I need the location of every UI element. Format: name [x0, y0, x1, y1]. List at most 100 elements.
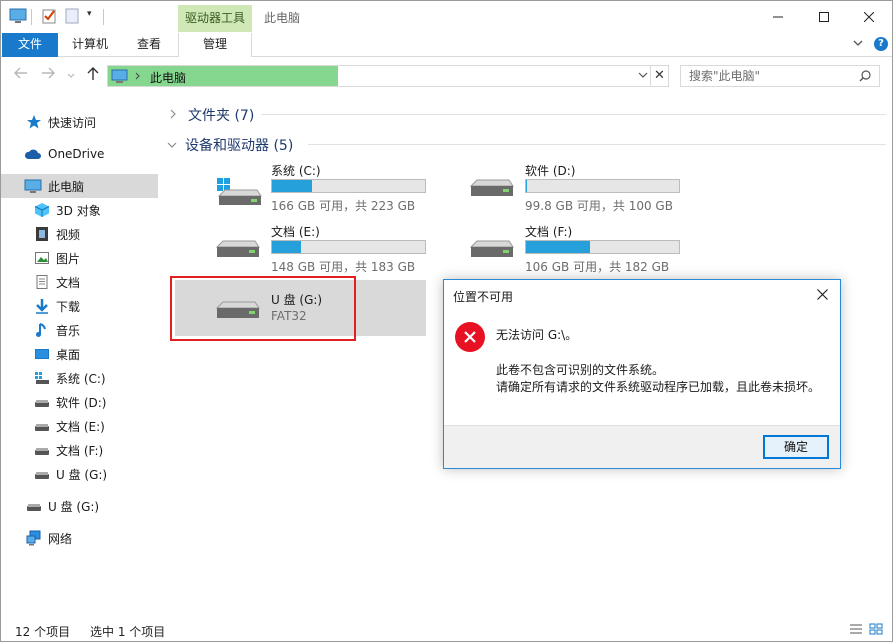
new-folder-icon[interactable]: [65, 8, 79, 24]
expand-ribbon-chevron-icon[interactable]: [853, 37, 863, 50]
system-drive-icon: [217, 178, 262, 205]
breadcrumb-this-pc[interactable]: 此电脑: [150, 69, 186, 86]
dialog-message: 无法访问 G:\。: [496, 328, 578, 342]
location-unavailable-dialog: 位置不可用 无法访问 G:\。 此卷不包含可识别的文件系统。 请确定所有请求的文…: [443, 279, 841, 469]
drive-usage-bar: [525, 179, 680, 193]
sidebar-item-label: 桌面: [56, 347, 81, 362]
sidebar-item-label: OneDrive: [48, 147, 105, 161]
dialog-title: 位置不可用: [453, 290, 514, 304]
sidebar-item-label: U 盘 (G:): [48, 499, 100, 514]
help-button[interactable]: ?: [874, 37, 888, 51]
sidebar-item-videos[interactable]: 视频: [1, 222, 158, 246]
sidebar-item-label: 文档: [56, 275, 81, 290]
minimize-button[interactable]: [755, 1, 801, 32]
group-divider: [261, 114, 886, 115]
drive-usage-fill: [526, 241, 591, 253]
sidebar-item-downloads[interactable]: 下载: [1, 294, 158, 318]
tab-computer[interactable]: 计算机: [61, 33, 119, 57]
video-icon: [36, 227, 48, 241]
group-header-label: 文件夹 (7): [188, 108, 255, 124]
close-window-button[interactable]: [846, 1, 892, 32]
sidebar-item-drive-f[interactable]: 文档 (F:): [1, 438, 158, 462]
sidebar-item-music[interactable]: 音乐: [1, 318, 158, 342]
navigation-pane: 快速访问 OneDrive 此电脑 3D 对象 视频 图片 文档 下载 音乐 桌…: [1, 92, 161, 617]
details-view-icon[interactable]: [849, 623, 863, 635]
chevron-down-icon: [167, 139, 177, 152]
group-header-folders[interactable]: 文件夹 (7): [170, 105, 254, 125]
drive-d[interactable]: 软件 (D:) 99.8 GB 可用，共 100 GB: [429, 160, 685, 216]
address-dropdown-icon[interactable]: [638, 68, 648, 85]
drive-e[interactable]: 文档 (E:) 148 GB 可用，共 183 GB: [175, 221, 431, 277]
drive-tools-context-tab[interactable]: 驱动器工具: [178, 5, 252, 32]
sidebar-item-label: 系统 (C:): [56, 371, 106, 386]
drive-usage-bar: [271, 179, 426, 193]
customize-toolbar-icon[interactable]: ▾: [87, 9, 92, 19]
close-icon: [864, 11, 874, 22]
sidebar-item-pictures[interactable]: 图片: [1, 246, 158, 270]
sidebar-item-label: 3D 对象: [56, 203, 101, 218]
picture-icon: [35, 252, 49, 264]
tab-view[interactable]: 查看: [123, 33, 175, 57]
ok-button[interactable]: 确定: [763, 435, 829, 459]
drive-usage-fill: [272, 180, 312, 192]
address-progress-fill: [108, 66, 338, 86]
tab-file[interactable]: 文件: [2, 33, 58, 57]
sidebar-item-label: 图片: [56, 251, 81, 266]
window-title: 此电脑: [264, 11, 301, 25]
back-arrow-icon[interactable]: [14, 67, 28, 83]
dialog-detail: 请确定所有请求的文件系统驱动程序已加载，且此卷未损坏。: [496, 380, 821, 394]
computer-icon: [24, 179, 42, 193]
sidebar-item-drive-c[interactable]: 系统 (C:): [1, 366, 158, 390]
close-icon: [816, 289, 828, 300]
recent-locations-chevron-icon[interactable]: [67, 68, 75, 84]
sidebar-item-this-pc[interactable]: 此电脑: [1, 174, 158, 198]
desktop-icon: [35, 349, 49, 359]
maximize-button[interactable]: [801, 1, 847, 32]
drive-icon: [35, 400, 49, 407]
breadcrumb-chevron-icon[interactable]: [135, 72, 141, 80]
sidebar-item-drive-g[interactable]: U 盘 (G:): [1, 462, 158, 486]
tab-manage[interactable]: 管理: [178, 33, 252, 57]
minimize-icon: [773, 16, 783, 17]
drive-c[interactable]: 系统 (C:) 166 GB 可用，共 223 GB: [175, 160, 431, 216]
up-arrow-icon[interactable]: [87, 67, 99, 85]
sidebar-item-drive-e[interactable]: 文档 (E:): [1, 414, 158, 438]
sidebar-item-label: 音乐: [56, 323, 81, 338]
ribbon-tabs: 文件 计算机 查看 管理 ?: [1, 33, 892, 57]
sidebar-item-quick-access[interactable]: 快速访问: [1, 110, 158, 134]
computer-icon[interactable]: [9, 8, 27, 24]
forward-arrow-icon[interactable]: [41, 67, 55, 83]
star-icon: [27, 115, 41, 129]
sidebar-item-label: 快速访问: [48, 115, 97, 130]
usb-drive-icon: [27, 504, 41, 511]
drive-space-info: 148 GB 可用，共 183 GB: [271, 260, 416, 274]
system-drive-icon: [35, 372, 49, 384]
sidebar-item-network[interactable]: 网络: [1, 526, 158, 550]
sidebar-item-label: 文档 (F:): [56, 443, 104, 458]
highlight-annotation: [170, 276, 356, 341]
selected-count: 选中 1 个项目: [90, 625, 166, 639]
address-clear-button[interactable]: ✕: [651, 65, 669, 87]
sidebar-item-usb-g[interactable]: U 盘 (G:): [1, 494, 158, 518]
properties-icon[interactable]: [41, 8, 57, 24]
drive-name: 文档 (F:): [525, 225, 573, 239]
search-input[interactable]: 搜索"此电脑": [680, 65, 880, 87]
dialog-close-button[interactable]: [808, 282, 836, 308]
address-bar[interactable]: 此电脑: [107, 65, 651, 87]
large-icons-view-icon[interactable]: [869, 623, 883, 635]
sidebar-item-onedrive[interactable]: OneDrive: [1, 142, 158, 166]
document-icon: [36, 275, 48, 289]
sidebar-item-documents[interactable]: 文档: [1, 270, 158, 294]
drive-name: 软件 (D:): [525, 164, 576, 178]
drive-space-info: 99.8 GB 可用，共 100 GB: [525, 199, 673, 213]
sidebar-item-label: 文档 (E:): [56, 419, 105, 434]
sidebar-item-3d-objects[interactable]: 3D 对象: [1, 198, 158, 222]
sidebar-item-desktop[interactable]: 桌面: [1, 342, 158, 366]
navigation-bar: 此电脑 ✕ 搜索"此电脑": [1, 58, 892, 92]
sidebar-item-drive-d[interactable]: 软件 (D:): [1, 390, 158, 414]
drive-f[interactable]: 文档 (F:) 106 GB 可用，共 182 GB: [429, 221, 685, 277]
group-header-label: 设备和驱动器 (5): [185, 138, 294, 154]
group-header-devices[interactable]: 设备和驱动器 (5): [167, 135, 293, 155]
status-bar: 12 个项目 选中 1 个项目: [1, 617, 892, 641]
sidebar-item-label: 软件 (D:): [56, 395, 107, 410]
